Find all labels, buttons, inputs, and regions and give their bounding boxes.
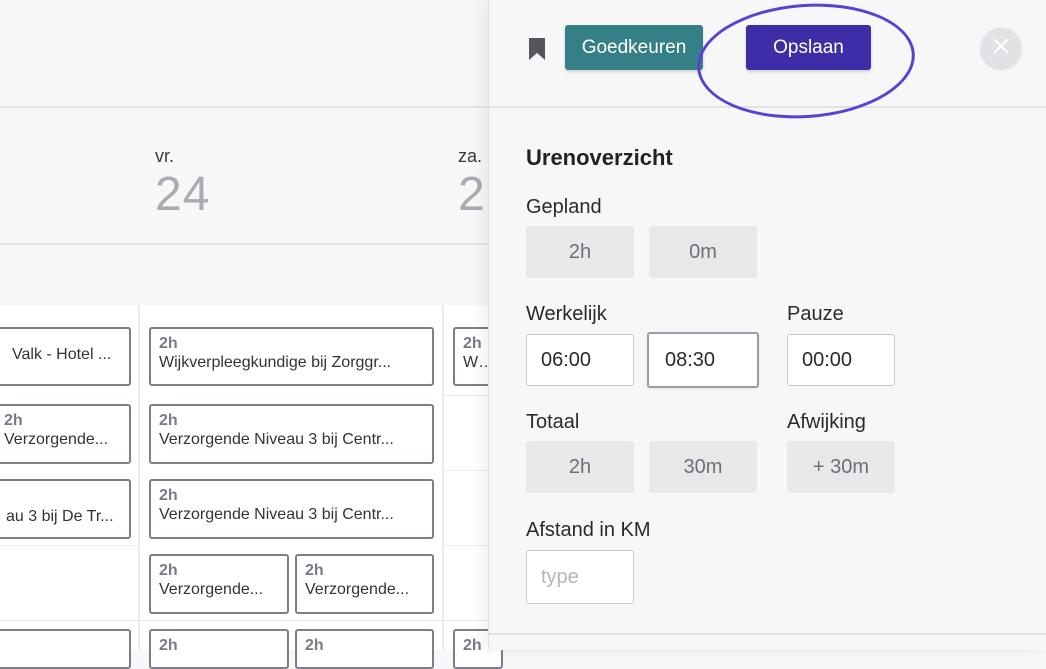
row-divider: [0, 545, 138, 546]
shift-card[interactable]: 2h Wijkverpleegkundige bij Zorggr...: [149, 327, 434, 386]
row-divider: [442, 545, 488, 546]
panel-toolbar: Goedkeuren Opslaan: [489, 0, 1046, 126]
shift-title: Verzorgende...: [305, 581, 410, 598]
shift-title: Verzorgende...: [4, 431, 109, 448]
row-divider: [442, 395, 488, 396]
total-minutes: 30m: [649, 441, 757, 493]
shift-duration: 2h: [159, 487, 178, 504]
approve-button[interactable]: Goedkeuren: [565, 25, 703, 70]
day-number: 24: [155, 168, 211, 221]
column-divider: [138, 305, 140, 650]
shift-card[interactable]: au 3 bij De Tr...: [0, 479, 131, 539]
row-divider: [0, 620, 488, 621]
shift-title: Verzorgende Niveau 3 bij Centr...: [159, 431, 394, 448]
shift-card[interactable]: 2h Verzorgende...: [0, 404, 131, 464]
shift-duration: 2h: [159, 335, 178, 352]
shift-card[interactable]: [0, 629, 131, 669]
planned-hours: 2h: [526, 226, 634, 278]
shift-card[interactable]: 2h Verzorgende Niveau 3 bij Centr...: [149, 404, 434, 464]
shift-title: Valk - Hotel ...: [12, 346, 112, 363]
shift-card[interactable]: Valk - Hotel ...: [0, 327, 131, 386]
calendar-divider: [0, 243, 488, 245]
shift-duration: 2h: [305, 562, 324, 579]
actual-end-input[interactable]: 08:30: [647, 332, 759, 388]
distance-label: Afstand in KM: [526, 519, 651, 541]
shift-card[interactable]: 2h Verzorgende Niveau 3 bij Centr...: [149, 479, 434, 539]
panel-divider: [489, 633, 1046, 635]
distance-input[interactable]: type: [526, 550, 634, 604]
shift-duration: 2h: [159, 562, 178, 579]
annotation-circle: [693, 0, 919, 126]
shift-title: Verzorgende...: [159, 581, 264, 598]
calendar-header: vr. 24: [0, 0, 488, 219]
column-divider: [442, 305, 444, 650]
day-number: 2: [458, 168, 486, 219]
close-button[interactable]: [981, 28, 1021, 68]
bookmark-icon[interactable]: [529, 38, 545, 60]
shift-title: au 3 bij De Tr...: [6, 508, 114, 525]
shift-title: Verzorgende Niveau 3 bij Centr...: [159, 506, 394, 523]
shift-card[interactable]: 2h Verzorgende...: [295, 554, 434, 614]
pause-label: Pauze: [787, 303, 844, 325]
shift-duration: 2h: [305, 637, 324, 654]
shift-duration: 2h: [159, 412, 178, 429]
day-header-friday[interactable]: vr. 24: [155, 146, 210, 219]
actual-label: Werkelijk: [526, 303, 607, 325]
shift-duration: 2h: [159, 637, 178, 654]
shift-card[interactable]: 2h: [149, 629, 289, 669]
row-divider: [442, 470, 488, 471]
hours-panel: Goedkeuren Opslaan Urenoverzicht Gepland…: [488, 0, 1046, 650]
day-name: vr.: [155, 146, 175, 166]
total-hours: 2h: [526, 441, 634, 493]
shift-duration: 2h: [4, 412, 23, 429]
total-label: Totaal: [526, 411, 580, 433]
day-header-saturday[interactable]: za. 2: [458, 146, 488, 219]
section-title: Urenoverzicht: [526, 145, 673, 170]
deviation-label: Afwijking: [787, 411, 866, 433]
pause-input[interactable]: 00:00: [787, 334, 895, 386]
day-name: za.: [458, 146, 483, 166]
deviation-value: + 30m: [787, 441, 895, 493]
shift-title: Wijkverpleegkundige bij Zorggr...: [159, 354, 392, 371]
actual-start-input[interactable]: 06:00: [526, 334, 634, 386]
shift-card[interactable]: 2h Verzorgende...: [149, 554, 289, 614]
close-icon: [993, 38, 1009, 59]
shift-card[interactable]: 2h: [295, 629, 434, 669]
planned-label: Gepland: [526, 196, 602, 218]
planned-minutes: 0m: [649, 226, 757, 278]
